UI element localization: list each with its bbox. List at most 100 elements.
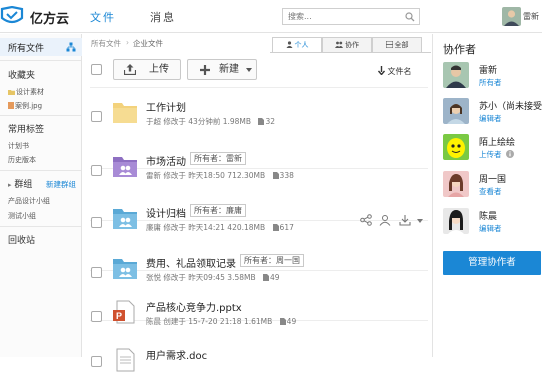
collaborator-panel: 协作者 雷新 所有者 苏小（尚未接受 编辑者 陌上绘绘 上传者 周一国 查看者 xyxy=(432,34,542,357)
collaborator-item[interactable]: 周一国 查看者 xyxy=(443,171,542,207)
logo-icon xyxy=(0,6,24,24)
sidebar-item-tag[interactable]: 历史版本 xyxy=(8,155,36,165)
file-meta: 张悦 修改于 昨天09:45 3.58MB 49 xyxy=(146,273,280,282)
search-icon[interactable] xyxy=(405,12,415,22)
user-name[interactable]: 雷新 xyxy=(523,11,539,22)
sidebar-item-all-files[interactable]: 所有文件 xyxy=(0,38,82,56)
collaborator-name: 雷新 xyxy=(479,66,498,76)
file-count-icon xyxy=(272,224,279,231)
file-meta: 陈晨 创建于 15-7-20 21:18 1.61MB 49 xyxy=(146,317,297,326)
search-input[interactable] xyxy=(283,9,401,24)
row-checkbox[interactable] xyxy=(91,356,102,367)
collaborator-item[interactable]: 雷新 所有者 xyxy=(443,62,542,98)
row-checkbox[interactable] xyxy=(91,217,102,228)
file-count-icon xyxy=(272,172,279,179)
sidebar-recycle-bin[interactable]: 回收站 xyxy=(8,233,35,246)
folder-icon xyxy=(113,103,137,123)
file-row[interactable]: 费用、礼品领取记录 所有者：周一国 张悦 修改于 昨天09:45 3.58MB … xyxy=(82,248,431,298)
collaborator-role[interactable]: 所有者 xyxy=(479,77,502,88)
sidebar-item-label: 所有文件 xyxy=(8,44,45,54)
sidebar-item-favorite[interactable]: 设计素材 xyxy=(8,87,44,97)
user-avatar[interactable] xyxy=(502,7,521,26)
file-name[interactable]: 市场活动 xyxy=(146,153,186,168)
top-bar: 亿方云 文件 消息 雷新 xyxy=(0,0,542,33)
manage-collaborators-button[interactable]: 管理协作者 xyxy=(443,251,541,275)
tab-personal[interactable]: 个人 xyxy=(272,37,322,53)
file-row[interactable]: 工作计划 于超 修改于 43分钟前 1.98MB 32 xyxy=(82,92,431,142)
tab-collab[interactable]: 协作 xyxy=(322,37,372,52)
file-meta: 廉庸 修改于 昨天14:21 420.18MB 617 xyxy=(146,223,294,232)
shared-folder-icon xyxy=(113,157,137,177)
row-checkbox[interactable] xyxy=(91,165,102,176)
upload-icon xyxy=(124,64,136,75)
file-count-icon xyxy=(258,118,265,125)
shared-folder-icon xyxy=(113,209,137,229)
tab-files[interactable]: 文件 xyxy=(90,9,116,25)
sidebar-groups-heading[interactable]: ▸ 群组 xyxy=(8,177,32,190)
row-checkbox[interactable] xyxy=(91,111,102,122)
collaborator-role[interactable]: 查看者 xyxy=(479,186,502,197)
file-name[interactable]: 设计归档 xyxy=(146,205,186,220)
sidebar-item-favorite[interactable]: 案例.jpg xyxy=(8,101,42,111)
tree-icon[interactable] xyxy=(66,42,76,52)
breadcrumb-current: 企业文件 xyxy=(133,39,163,48)
collaborator-item[interactable]: 陌上绘绘 上传者 xyxy=(443,134,542,170)
collaborator-name: 苏小（尚未接受 xyxy=(479,102,542,112)
share-icon[interactable] xyxy=(360,214,372,226)
svg-text:P: P xyxy=(116,311,122,321)
sort-by-name[interactable]: 文件名 xyxy=(377,66,412,77)
collaborator-item[interactable]: 陈晨 编辑者 xyxy=(443,208,542,244)
avatar xyxy=(443,62,469,88)
search-box[interactable] xyxy=(282,8,420,25)
sidebar-tags-heading[interactable]: 常用标签 xyxy=(8,122,44,135)
collaborator-role[interactable]: 上传者 xyxy=(479,149,514,160)
info-icon[interactable] xyxy=(505,150,514,158)
row-checkbox[interactable] xyxy=(91,267,102,278)
breadcrumb-root[interactable]: 所有文件 xyxy=(91,38,121,49)
tab-messages[interactable]: 消息 xyxy=(150,9,176,25)
row-checkbox[interactable] xyxy=(91,311,102,322)
person-icon xyxy=(286,41,292,48)
sidebar-item-group[interactable]: 产品设计小组 xyxy=(8,196,50,206)
collaborator-name: 周一国 xyxy=(479,175,507,185)
file-name[interactable]: 用户需求.doc xyxy=(146,347,207,362)
group-icon xyxy=(335,41,343,48)
file-row[interactable]: 用户需求.doc xyxy=(82,340,431,390)
file-name[interactable]: 费用、礼品领取记录 xyxy=(146,255,236,270)
collaborator-name: 陈晨 xyxy=(479,212,498,222)
file-row[interactable]: P 产品核心竞争力.pptx 陈晨 创建于 15-7-20 21:18 1.61… xyxy=(82,292,431,342)
app-name: 亿方云 xyxy=(30,12,70,27)
grid-icon xyxy=(385,40,393,49)
download-icon[interactable] xyxy=(399,214,411,226)
chevron-down-icon xyxy=(246,68,252,72)
sort-arrow-icon xyxy=(377,66,386,76)
sidebar-favorites-heading[interactable]: 收藏夹 xyxy=(8,68,35,81)
sidebar-item-group[interactable]: 测试小组 xyxy=(8,211,36,221)
sidebar-item-tag[interactable]: 计划书 xyxy=(8,141,29,151)
image-file-icon xyxy=(8,101,14,109)
pptx-file-icon: P xyxy=(113,300,135,324)
file-row[interactable]: 市场活动 所有者：雷新 雷新 修改于 昨天18:50 712.30MB 338 xyxy=(82,146,431,196)
collaborator-role[interactable]: 编辑者 xyxy=(479,113,502,124)
file-row[interactable]: 设计归档 所有者：廉庸 廉庸 修改于 昨天14:21 420.18MB 617 xyxy=(82,198,431,248)
plus-icon xyxy=(200,65,210,75)
avatar xyxy=(443,208,469,234)
file-meta: 于超 修改于 43分钟前 1.98MB 32 xyxy=(146,117,275,126)
upload-button[interactable]: 上传 xyxy=(113,59,181,80)
breadcrumb-separator: › xyxy=(126,38,129,47)
file-meta: 雷新 修改于 昨天18:50 712.30MB 338 xyxy=(146,171,294,180)
chevron-down-icon[interactable] xyxy=(416,219,423,223)
new-button[interactable]: 新建 xyxy=(187,59,257,80)
new-group-link[interactable]: 新建群组 xyxy=(46,179,76,190)
collaborator-item[interactable]: 苏小（尚未接受 编辑者 xyxy=(443,98,542,134)
select-all-checkbox[interactable] xyxy=(91,64,102,75)
tab-all[interactable]: 全部 xyxy=(372,37,422,52)
sidebar: 所有文件 收藏夹 设计素材 案例.jpg 常用标签 计划书 历史版本 ▸ 群组 … xyxy=(0,34,82,357)
file-name[interactable]: 工作计划 xyxy=(146,99,186,114)
collaborators-title: 协作者 xyxy=(443,43,476,56)
collaborate-icon[interactable] xyxy=(379,214,392,226)
collaborator-role[interactable]: 编辑者 xyxy=(479,223,502,234)
file-name[interactable]: 产品核心竞争力.pptx xyxy=(146,299,242,314)
file-count-icon xyxy=(263,274,270,281)
shared-folder-icon xyxy=(113,259,137,279)
